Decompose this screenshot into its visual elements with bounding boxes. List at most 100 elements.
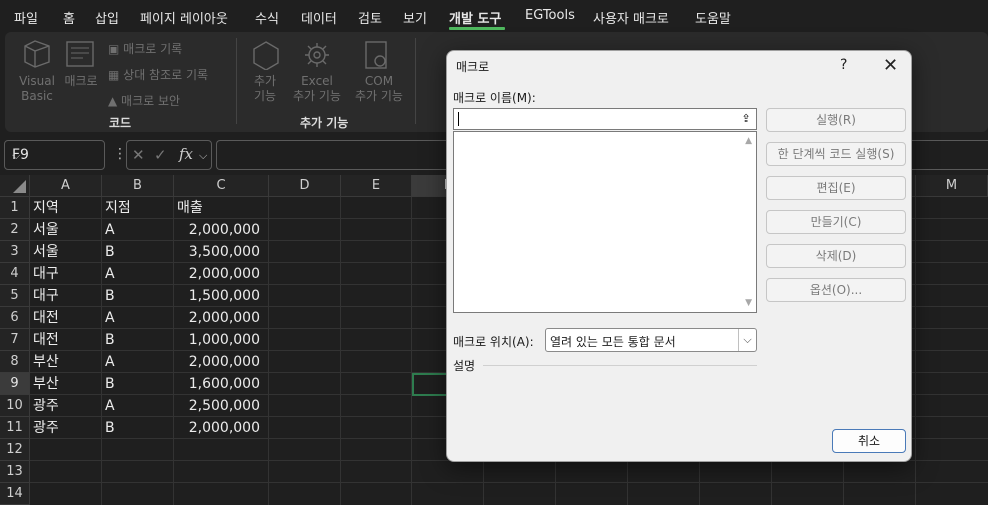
cell-b11[interactable]: B — [105, 417, 115, 439]
cell-c6[interactable]: 2,000,000 — [174, 307, 260, 329]
column-header-b[interactable]: B — [102, 175, 174, 197]
cell-b4[interactable]: A — [105, 263, 115, 285]
row-header[interactable]: 3 — [0, 241, 30, 263]
row-header[interactable]: 7 — [0, 329, 30, 351]
cell-c8[interactable]: 2,000,000 — [174, 351, 260, 373]
step-into-button[interactable]: 한 단계씩 코드 실행(S) — [766, 142, 906, 166]
row-header[interactable]: 9 — [0, 373, 30, 395]
tab-user-macros[interactable]: 사용자 매크로 — [593, 8, 669, 27]
column-header-e[interactable]: E — [341, 175, 412, 197]
tab-help[interactable]: 도움말 — [695, 8, 731, 27]
row-header[interactable]: 13 — [0, 461, 30, 483]
delete-button[interactable]: 삭제(D) — [766, 244, 906, 268]
cell-c4[interactable]: 2,000,000 — [174, 263, 260, 285]
code-group-label: 코드 — [109, 116, 132, 130]
cell-a10[interactable]: 광주 — [33, 395, 59, 417]
cell-a4[interactable]: 대구 — [33, 263, 59, 285]
collapse-dialog-icon[interactable]: ⇪ — [739, 112, 753, 126]
more-options-icon[interactable]: ⋮ — [113, 146, 127, 162]
cell-a5[interactable]: 대구 — [33, 285, 59, 307]
tab-review[interactable]: 검토 — [358, 8, 382, 27]
row-header[interactable]: 5 — [0, 285, 30, 307]
tab-file[interactable]: 파일 — [14, 8, 38, 27]
cell-c10[interactable]: 2,500,000 — [174, 395, 260, 417]
macro-name-input[interactable]: ⇪ — [453, 108, 757, 130]
cell-b5[interactable]: B — [105, 285, 115, 307]
macros-button[interactable]: 매크로 — [61, 74, 101, 89]
row-header[interactable]: 11 — [0, 417, 30, 439]
scroll-down-icon[interactable]: ▼ — [745, 298, 752, 308]
create-button[interactable]: 만들기(C) — [766, 210, 906, 234]
cell-b2[interactable]: A — [105, 219, 115, 241]
cell-a3[interactable]: 서울 — [33, 241, 59, 263]
insert-function-icon[interactable]: fx — [179, 145, 193, 163]
macros-icon — [66, 41, 94, 67]
cell-b6[interactable]: A — [105, 307, 115, 329]
row-header[interactable]: 10 — [0, 395, 30, 417]
cell-c7[interactable]: 1,000,000 — [174, 329, 260, 351]
column-header-d[interactable]: D — [269, 175, 341, 197]
edit-button[interactable]: 편집(E) — [766, 176, 906, 200]
row-header[interactable]: 6 — [0, 307, 30, 329]
help-icon[interactable]: ? — [840, 57, 847, 73]
macro-location-select[interactable]: 열려 있는 모든 통합 문서 ⌵ — [545, 328, 757, 352]
options-button[interactable]: 옵션(O)... — [766, 278, 906, 302]
cell-c3[interactable]: 3,500,000 — [174, 241, 260, 263]
run-button[interactable]: 실행(R) — [766, 108, 906, 132]
cell-c2[interactable]: 2,000,000 — [174, 219, 260, 241]
tab-home[interactable]: 홈 — [63, 8, 75, 27]
tab-egtools[interactable]: EGTools — [525, 8, 575, 23]
row-header[interactable]: 4 — [0, 263, 30, 285]
excel-addins-button[interactable]: Excel 추가 기능 — [289, 74, 345, 104]
macro-security-button[interactable]: ▲ 매크로 보안 — [108, 92, 180, 109]
cell-a9[interactable]: 부산 — [33, 373, 59, 395]
tab-data[interactable]: 데이터 — [301, 8, 337, 27]
tab-formulas[interactable]: 수식 — [255, 8, 279, 27]
cell-b10[interactable]: A — [105, 395, 115, 417]
tab-insert[interactable]: 삽입 — [95, 8, 119, 27]
column-header-m[interactable]: M — [916, 175, 988, 197]
row-header[interactable]: 2 — [0, 219, 30, 241]
cell-c5[interactable]: 1,500,000 — [174, 285, 260, 307]
com-addins-icon — [365, 41, 387, 69]
column-header-c[interactable]: C — [174, 175, 269, 197]
cell-b3[interactable]: B — [105, 241, 115, 263]
cell-a6[interactable]: 대전 — [33, 307, 59, 329]
row-header[interactable]: 8 — [0, 351, 30, 373]
record-macro-button[interactable]: ▣ 매크로 기록 — [108, 40, 182, 57]
cell-a8[interactable]: 부산 — [33, 351, 59, 373]
close-icon[interactable]: ✕ — [883, 55, 898, 76]
select-all-corner[interactable] — [0, 175, 30, 197]
cell-a2[interactable]: 서울 — [33, 219, 59, 241]
tab-developer[interactable]: 개발 도구 — [449, 8, 501, 27]
column-header-a[interactable]: A — [30, 175, 102, 197]
cell-b9[interactable]: B — [105, 373, 115, 395]
cell-a11[interactable]: 광주 — [33, 417, 59, 439]
macro-list[interactable]: ▲ ▼ — [453, 131, 757, 313]
row-header[interactable]: 1 — [0, 197, 30, 219]
row-header[interactable]: 12 — [0, 439, 30, 461]
chevron-down-icon[interactable]: ⌵ — [738, 329, 756, 351]
cell-b1[interactable]: 지점 — [105, 197, 131, 219]
addins-button[interactable]: 추가 기능 — [245, 74, 285, 104]
cancel-icon[interactable]: ✕ — [132, 146, 145, 164]
cell-a7[interactable]: 대전 — [33, 329, 59, 351]
select-all-triangle-icon — [13, 180, 26, 193]
row-header[interactable]: 14 — [0, 483, 30, 505]
scroll-up-icon[interactable]: ▲ — [745, 136, 752, 146]
cell-b8[interactable]: A — [105, 351, 115, 373]
cancel-button[interactable]: 취소 — [832, 429, 906, 453]
cell-c1[interactable]: 매출 — [177, 197, 203, 219]
chevron-down-icon[interactable]: ⌵ — [199, 149, 207, 163]
cell-b7[interactable]: B — [105, 329, 115, 351]
check-icon[interactable]: ✓ — [154, 146, 167, 164]
cell-c11[interactable]: 2,000,000 — [174, 417, 260, 439]
relative-ref-button[interactable]: ▦ 상대 참조로 기록 — [108, 66, 208, 83]
tab-page-layout[interactable]: 페이지 레이아웃 — [140, 8, 228, 27]
cell-c9[interactable]: 1,600,000 — [174, 373, 260, 395]
com-addins-button[interactable]: COM 추가 기능 — [351, 74, 407, 104]
name-box[interactable]: F9 ⌵ — [4, 140, 105, 170]
visual-basic-button[interactable]: Visual Basic — [17, 74, 57, 104]
cell-a1[interactable]: 지역 — [33, 197, 59, 219]
tab-view[interactable]: 보기 — [403, 8, 427, 27]
